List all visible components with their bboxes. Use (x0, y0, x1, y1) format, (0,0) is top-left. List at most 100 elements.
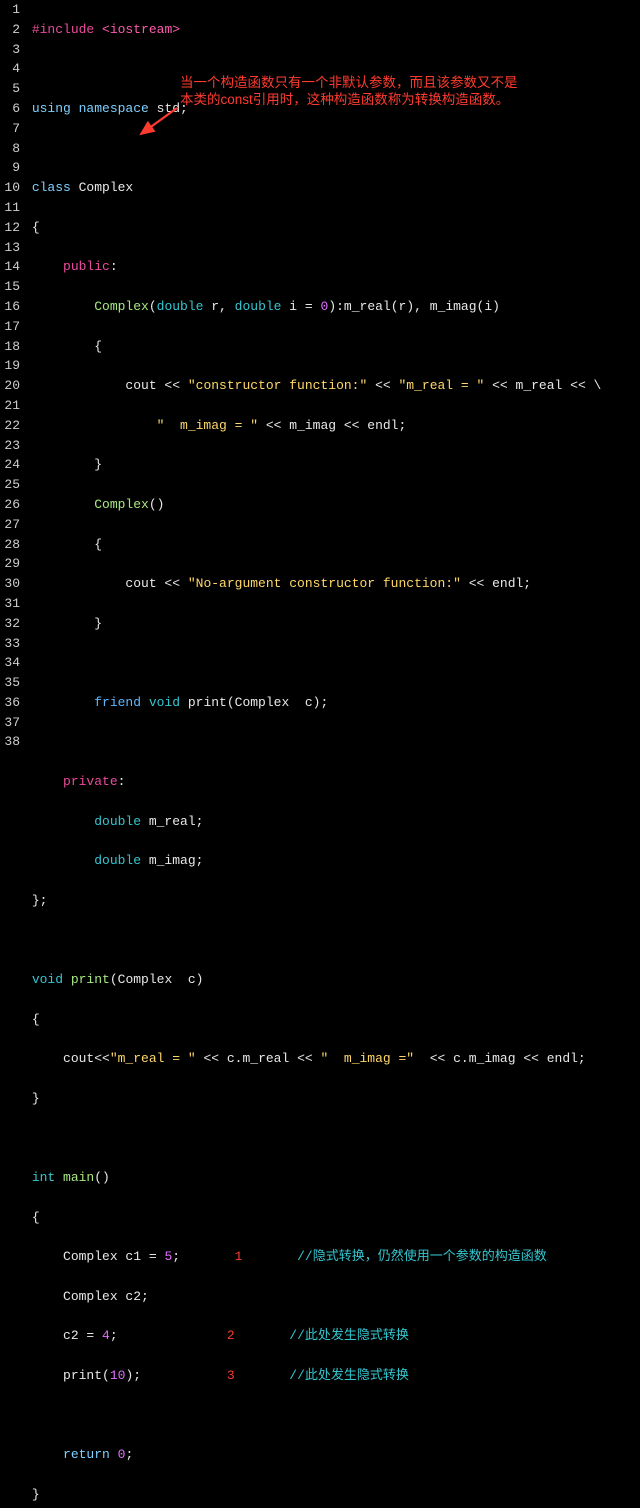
preprocessor: #include (32, 22, 102, 37)
code-line: Complex(double r, double i = 0):m_real(r… (24, 297, 640, 317)
keyword: class (32, 180, 71, 195)
code-line (24, 1128, 640, 1148)
code-line: return 0; (24, 1445, 640, 1465)
line-number: 24 (0, 455, 20, 475)
code-text: ; (110, 1328, 118, 1343)
paren: () (94, 1170, 110, 1185)
paren: ( (149, 299, 157, 314)
code-text: << c.m_real << (196, 1051, 321, 1066)
comment: //隐式转换，仍然使用一个参数的构造函数 (297, 1249, 547, 1264)
line-number: 32 (0, 614, 20, 634)
line-number: 7 (0, 119, 20, 139)
keyword: namespace (71, 101, 149, 116)
code-line: friend void print(Complex c); (24, 693, 640, 713)
keyword: friend (94, 695, 141, 710)
code-line (24, 1406, 640, 1426)
code-text: m_imag; (141, 853, 203, 868)
code-text: << m_real << \ (484, 378, 601, 393)
brace: { (94, 537, 102, 552)
code-line (24, 59, 640, 79)
line-number: 22 (0, 416, 20, 436)
type: void (141, 695, 180, 710)
code-text: ; (172, 1249, 180, 1264)
brace: } (32, 1091, 40, 1106)
code-line: { (24, 337, 640, 357)
line-number: 11 (0, 198, 20, 218)
colon: : (110, 259, 118, 274)
colon: : (118, 774, 126, 789)
code-text: m_real; (141, 814, 203, 829)
function-name: main (55, 1170, 94, 1185)
code-text: Complex c1 = (63, 1249, 164, 1264)
line-number: 23 (0, 436, 20, 456)
access-specifier: private (63, 774, 118, 789)
line-number: 14 (0, 257, 20, 277)
type: double (157, 299, 204, 314)
brace: }; (32, 893, 48, 908)
string-literal: "m_real = " (399, 378, 485, 393)
line-number: 10 (0, 178, 20, 198)
keyword: return (63, 1447, 110, 1462)
brace: { (32, 1012, 40, 1027)
type: void (32, 972, 63, 987)
code-text: Complex (71, 180, 133, 195)
code-line: using namespace std; (24, 99, 640, 119)
code-line: Complex() (24, 495, 640, 515)
line-number: 16 (0, 297, 20, 317)
line-number: 38 (0, 732, 20, 752)
code-text: << endl; (461, 576, 531, 591)
code-text: ); (125, 1368, 141, 1383)
line-number: 36 (0, 693, 20, 713)
code-line: int main() (24, 1168, 640, 1188)
type: double (94, 853, 141, 868)
type: double (94, 814, 141, 829)
marker-1: 1 (235, 1247, 243, 1267)
line-number: 12 (0, 218, 20, 238)
number-literal: 5 (164, 1249, 172, 1264)
code-text: << m_imag << endl; (258, 418, 406, 433)
code-line: } (24, 614, 640, 634)
code-text: c2 = (63, 1328, 102, 1343)
code-text: << c.m_imag << endl; (414, 1051, 586, 1066)
line-number: 21 (0, 396, 20, 416)
code-text: r, (203, 299, 234, 314)
code-text: cout << (125, 576, 187, 591)
brace: { (94, 339, 102, 354)
code-line (24, 653, 640, 673)
code-editor: 1 2 3 4 5 6 7 8 9 10 11 12 13 14 15 16 1… (0, 0, 640, 1508)
string-literal: "No-argument constructor function:" (188, 576, 461, 591)
line-number: 18 (0, 337, 20, 357)
line-number: 15 (0, 277, 20, 297)
line-number: 35 (0, 673, 20, 693)
code-line: } (24, 1089, 640, 1109)
type: int (32, 1170, 55, 1185)
line-number: 25 (0, 475, 20, 495)
type: double (235, 299, 282, 314)
code-text: << (367, 378, 398, 393)
code-line: double m_imag; (24, 851, 640, 871)
line-number: 13 (0, 238, 20, 258)
number-literal: 0 (110, 1447, 126, 1462)
line-number: 19 (0, 356, 20, 376)
brace: } (94, 457, 102, 472)
code-line: } (24, 455, 640, 475)
number-literal: 4 (102, 1328, 110, 1343)
code-line: c2 = 4; 2 //此处发生隐式转换 (24, 1326, 640, 1346)
code-text: Complex c2; (63, 1289, 149, 1304)
line-number: 5 (0, 79, 20, 99)
code-line: }; (24, 891, 640, 911)
line-number: 2 (0, 20, 20, 40)
brace: } (32, 1487, 40, 1502)
line-number: 8 (0, 139, 20, 159)
line-number: 29 (0, 554, 20, 574)
line-number-gutter: 1 2 3 4 5 6 7 8 9 10 11 12 13 14 15 16 1… (0, 0, 24, 1508)
line-number: 20 (0, 376, 20, 396)
code-line: cout << "No-argument constructor functio… (24, 574, 640, 594)
function-name: print (63, 972, 110, 987)
code-line: { (24, 1208, 640, 1228)
code-area: #include <iostream> using namespace std;… (24, 0, 640, 1508)
marker-2: 2 (227, 1326, 235, 1346)
code-line: void print(Complex c) (24, 970, 640, 990)
code-line: } (24, 1485, 640, 1505)
code-line: Complex c1 = 5; 1 //隐式转换，仍然使用一个参数的构造函数 (24, 1247, 640, 1267)
